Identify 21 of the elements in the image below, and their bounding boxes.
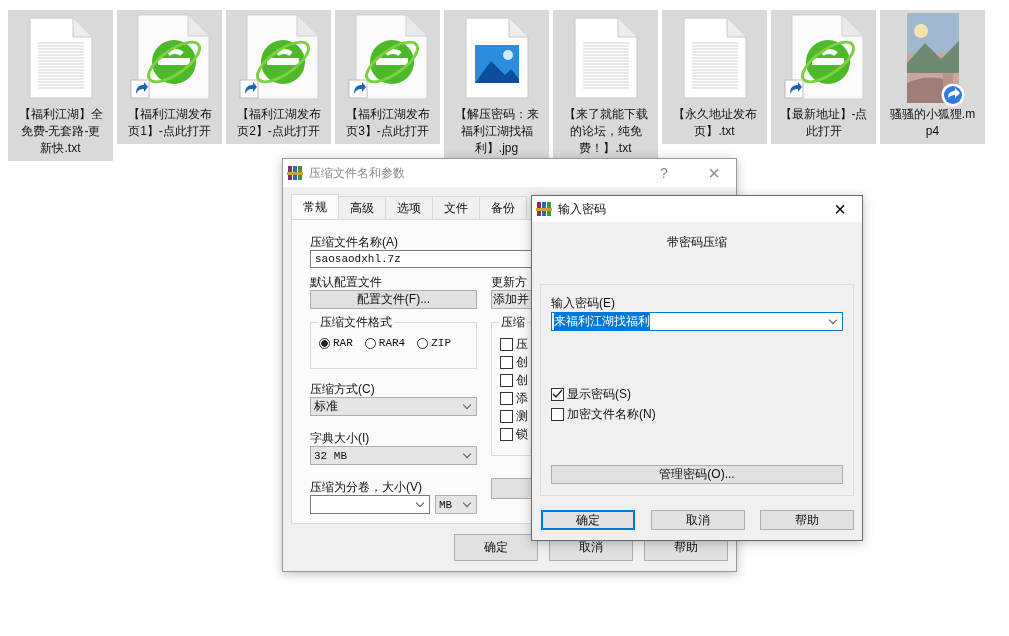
file-name: 【最新地址】-点此打开 xyxy=(779,106,868,140)
field-label: 更新方 xyxy=(491,274,527,290)
field-label: 字典大小(I) xyxy=(310,430,370,446)
file-name: 【福利江湖发布页2】-点此打开 xyxy=(235,106,322,140)
window-title: 输入密码 xyxy=(558,200,606,218)
window-title: 压缩文件名和参数 xyxy=(309,164,405,182)
file-name: 【福利江湖发布页3】-点此打开 xyxy=(344,106,431,140)
field-label: 默认配置文件 xyxy=(310,274,382,290)
group-title: 压缩 xyxy=(499,314,527,330)
file-name: 【福利江湖发布页1】-点此打开 xyxy=(126,106,213,140)
file-name: 【解压密码：来福利江湖找福利】.jpg xyxy=(453,106,540,157)
group-title: 压缩文件格式 xyxy=(318,314,394,330)
field-label: 输入密码(E) xyxy=(551,295,615,311)
field-label: 压缩为分卷，大小(V) xyxy=(310,479,422,495)
file-name: 骚骚的小狐狸.mp4 xyxy=(888,106,977,140)
field-label: 压缩方式(C) xyxy=(310,381,375,397)
file-name: 【福利江湖】全免费-无套路-更新快.txt xyxy=(17,106,104,157)
file-name: 【来了就能下载的论坛，纯免费！】.txt xyxy=(562,106,649,157)
field-label: 压缩文件名称(A) xyxy=(310,234,398,250)
dialog-heading: 带密码压缩 xyxy=(666,234,728,251)
file-name: 【永久地址发布页】.txt xyxy=(671,106,758,140)
